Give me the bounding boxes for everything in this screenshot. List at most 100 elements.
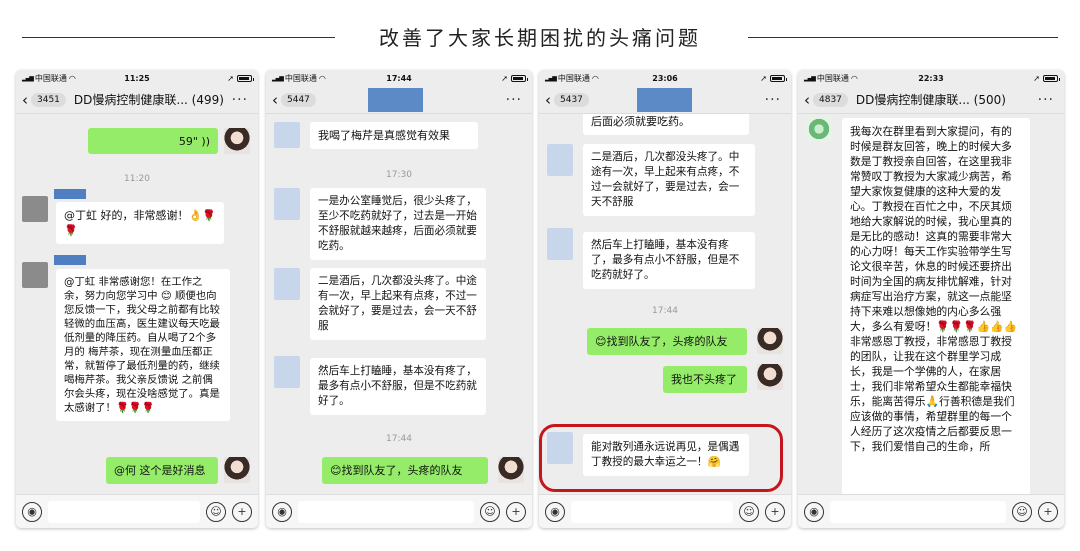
- more-options-button[interactable]: ···: [1038, 92, 1058, 108]
- message-bubble[interactable]: 我每次在群里看到大家提问，有的时候是群友回答，晚上的时候大多数是丁教授亲自回答，…: [842, 118, 1030, 494]
- chat-title: DD慢病控制健康联... (499): [73, 93, 224, 107]
- back-button[interactable]: ‹ 5437: [545, 91, 589, 109]
- message-input[interactable]: [571, 500, 733, 523]
- chat-header: ‹ 4837 DD慢病控制健康联... (500) ···: [798, 86, 1064, 114]
- plus-icon[interactable]: +: [506, 501, 526, 522]
- battery-icon: [770, 74, 787, 82]
- unread-count: 5447: [281, 92, 316, 107]
- status-bar: ▂▄▆ 中国联通 ◠ 11:25 ➚: [16, 70, 258, 86]
- status-time: 17:44: [386, 73, 412, 83]
- status-time: 22:33: [918, 73, 944, 83]
- input-bar: ◉ ☺ +: [539, 494, 791, 528]
- avatar: [274, 356, 300, 388]
- back-button[interactable]: ‹ 4837: [804, 91, 848, 109]
- input-bar: ◉ ☺ +: [16, 494, 258, 528]
- chevron-left-icon: ‹: [804, 90, 810, 109]
- battery-icon: [1043, 74, 1060, 82]
- message-bubble[interactable]: 我也不头疼了: [663, 366, 747, 393]
- status-bar: ▂▄▆ 中国联通 ◠ 17:44 ➚: [266, 70, 532, 86]
- chat-area[interactable]: 59" )) 11:20 @丁虹 好的，非常感谢！👌🌹🌹 @丁虹 非常感谢您！在…: [16, 114, 258, 494]
- chevron-left-icon: ‹: [22, 90, 28, 109]
- plus-icon[interactable]: +: [765, 501, 785, 522]
- avatar: [224, 128, 250, 154]
- message-bubble[interactable]: @丁虹 好的，非常感谢！👌🌹🌹: [56, 202, 224, 244]
- avatar: [274, 268, 300, 300]
- chat-area[interactable]: 我每次在群里看到大家提问，有的时候是群友回答，晚上的时候大多数是丁教授亲自回答，…: [798, 114, 1064, 494]
- message-bubble[interactable]: 二是酒后，几次都没头疼了。中途有一次，早上起来有点疼，不过一会就好了，要是过去，…: [310, 268, 486, 340]
- emoji-icon[interactable]: ☺: [206, 501, 226, 522]
- phone-screenshot-4: ▂▄▆ 中国联通 ◠ 22:33 ➚ ‹ 4837 DD慢病控制健康联... (500…: [798, 70, 1064, 528]
- message-bubble[interactable]: 我喝了梅芹是真感觉有效果: [310, 122, 478, 149]
- message-bubble[interactable]: 然后车上打瞌睡，基本没有疼了，最多有点小不舒服，但是不吃药就好了。: [310, 358, 486, 415]
- unread-count: 3451: [31, 92, 66, 107]
- input-bar: ◉ ☺ +: [798, 494, 1064, 528]
- back-button[interactable]: ‹ 3451: [22, 91, 66, 109]
- chevron-left-icon: ‹: [545, 90, 551, 109]
- chat-header: ‹ 5447 ···: [266, 86, 532, 114]
- avatar: [274, 122, 300, 148]
- avatar: [22, 196, 48, 222]
- timestamp: 17:44: [386, 434, 412, 444]
- message-input[interactable]: [298, 500, 474, 523]
- status-bar: ▂▄▆ 中国联通 ◠ 22:33 ➚: [798, 70, 1064, 86]
- phone-screenshot-1: ▂▄▆ 中国联通 ◠ 11:25 ➚ ‹ 3451 DD慢病控制健康联... (499…: [16, 70, 258, 528]
- nickname-redacted: [54, 189, 86, 199]
- plus-icon[interactable]: +: [1038, 501, 1058, 522]
- avatar: [757, 364, 783, 390]
- status-time: 11:25: [124, 73, 150, 83]
- battery-icon: [237, 74, 254, 82]
- message-bubble[interactable]: 然后车上打瞌睡，基本没有疼了，最多有点小不舒服，但是不吃药就好了。: [583, 232, 755, 289]
- unread-count: 4837: [813, 92, 848, 107]
- message-bubble[interactable]: 😊找到队友了，头疼的队友: [322, 457, 488, 484]
- battery-icon: [511, 74, 528, 82]
- avatar: [224, 457, 250, 483]
- chat-title: DD慢病控制健康联... (500): [855, 93, 1006, 107]
- message-bubble[interactable]: 后面必须就要吃药。: [583, 114, 749, 135]
- message-bubble[interactable]: 😊找到队友了，头疼的队友: [587, 328, 747, 355]
- phone-screenshot-2: ▂▄▆ 中国联通 ◠ 17:44 ➚ ‹ 5447 ··· 我喝了梅芹是真感觉有效果 …: [266, 70, 532, 528]
- emoji-icon[interactable]: ☺: [480, 501, 500, 522]
- timestamp: 11:20: [124, 174, 150, 184]
- more-options-button[interactable]: ···: [232, 92, 252, 108]
- status-bar: ▂▄▆ 中国联通 ◠ 23:06 ➚: [539, 70, 791, 86]
- voice-wave-icon: )): [201, 135, 210, 148]
- voice-message[interactable]: 59" )): [88, 128, 218, 154]
- message-input[interactable]: [830, 500, 1006, 523]
- message-bubble[interactable]: 二是酒后，几次都没头疼了。中途有一次，早上起来有点疼，不过一会就好了，要是过去，…: [583, 144, 755, 216]
- chat-header: ‹ 5437 ···: [539, 86, 791, 114]
- emoji-icon[interactable]: ☺: [739, 501, 759, 522]
- chat-title-redacted: [316, 87, 506, 112]
- voice-input-icon[interactable]: ◉: [22, 501, 42, 522]
- voice-input-icon[interactable]: ◉: [545, 501, 565, 522]
- avatar: [274, 188, 300, 220]
- timestamp: 17:44: [652, 306, 678, 316]
- chat-title-redacted: [589, 87, 765, 112]
- highlight-ring: [539, 424, 783, 492]
- chevron-left-icon: ‹: [272, 90, 278, 109]
- banner-rule-right: [748, 37, 1058, 38]
- message-bubble[interactable]: 一是办公室睡觉后，很少头疼了，至少不吃药就好了，过去是一开始不舒服就越来越疼，后…: [310, 188, 486, 260]
- more-options-button[interactable]: ···: [506, 92, 526, 108]
- input-bar: ◉ ☺ +: [266, 494, 532, 528]
- voice-input-icon[interactable]: ◉: [272, 501, 292, 522]
- chat-area[interactable]: 我喝了梅芹是真感觉有效果 17:30 一是办公室睡觉后，很少头疼了，至少不吃药就…: [266, 114, 532, 494]
- avatar: [22, 262, 48, 288]
- banner: 改善了大家长期困扰的头痛问题: [0, 0, 1080, 70]
- message-input[interactable]: [48, 500, 200, 523]
- voice-input-icon[interactable]: ◉: [804, 501, 824, 522]
- message-bubble[interactable]: @丁虹 非常感谢您！在工作之余，努力向您学习中 😊 顺便也向您反馈一下，我父母之…: [56, 269, 230, 421]
- status-time: 23:06: [652, 73, 678, 83]
- chat-header: ‹ 3451 DD慢病控制健康联... (499) ···: [16, 86, 258, 114]
- avatar: [806, 116, 832, 142]
- unread-count: 5437: [554, 92, 589, 107]
- message-bubble[interactable]: @何 这个是好消息: [106, 457, 218, 484]
- emoji-icon[interactable]: ☺: [1012, 501, 1032, 522]
- plus-icon[interactable]: +: [232, 501, 252, 522]
- timestamp: 17:30: [386, 170, 412, 180]
- avatar: [757, 328, 783, 354]
- avatar: [498, 457, 524, 483]
- back-button[interactable]: ‹ 5447: [272, 91, 316, 109]
- avatar: [547, 144, 573, 176]
- more-options-button[interactable]: ···: [765, 92, 785, 108]
- nickname-redacted: [54, 255, 86, 265]
